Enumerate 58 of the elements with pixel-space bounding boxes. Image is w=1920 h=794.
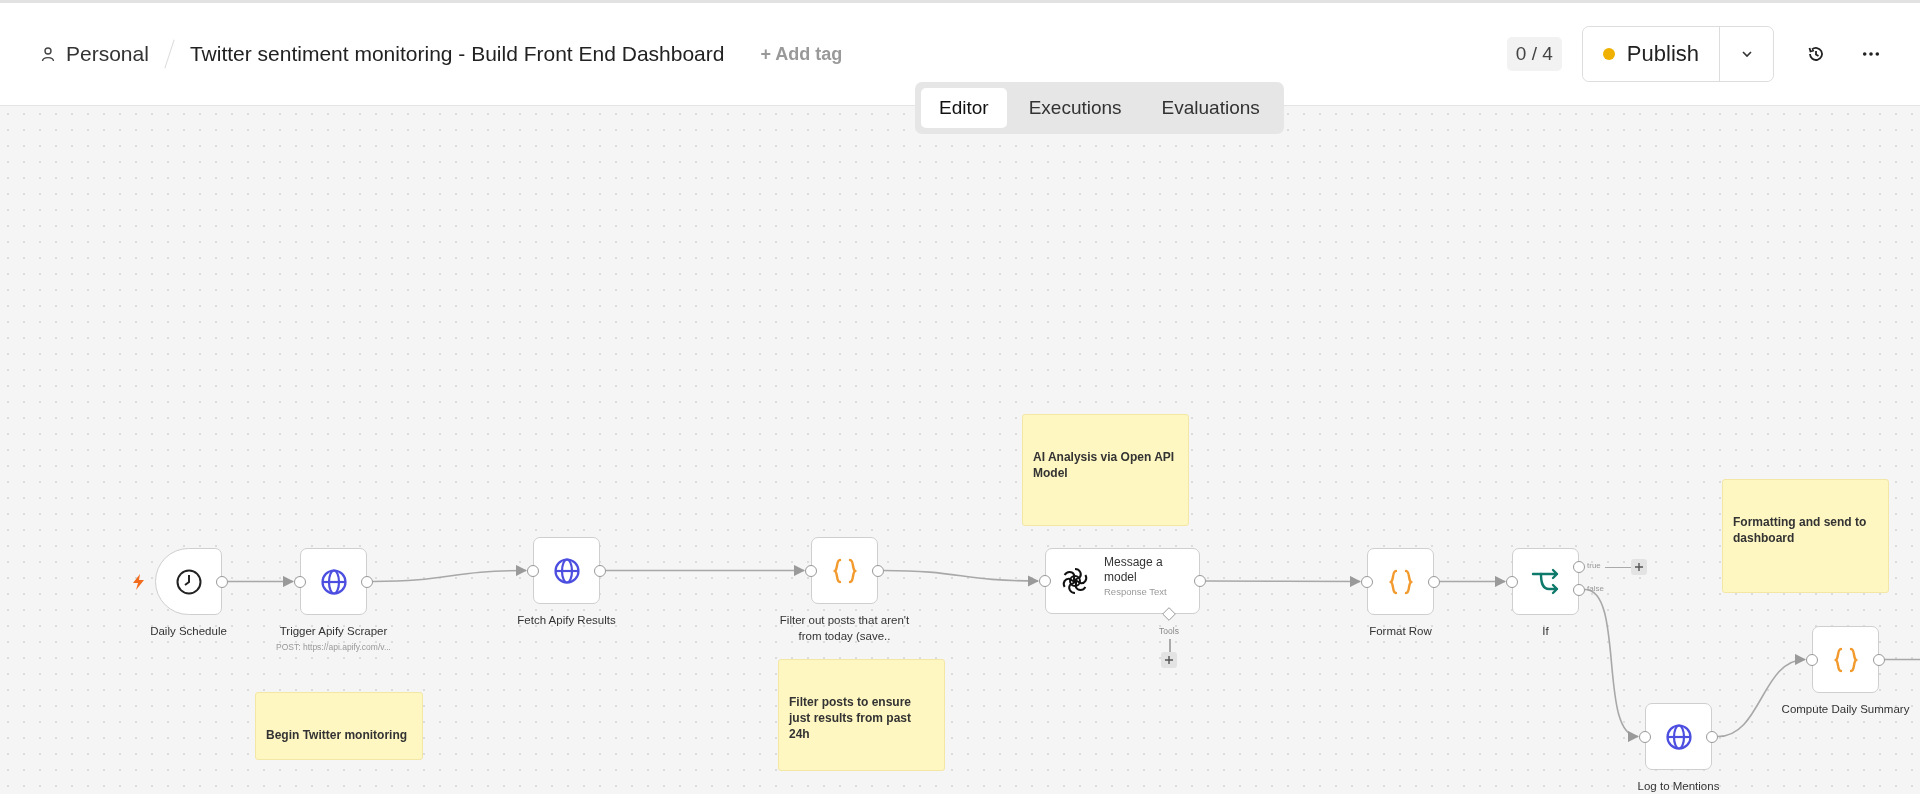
node-label: If bbox=[1541, 624, 1550, 639]
plus-icon bbox=[1635, 562, 1643, 571]
branch-arrows-icon bbox=[1530, 567, 1561, 596]
workflow-node[interactable] bbox=[1367, 548, 1434, 615]
node-title: Message a model bbox=[1104, 555, 1164, 585]
view-tab[interactable]: Editor bbox=[921, 88, 1007, 128]
workflow-node[interactable] bbox=[811, 537, 878, 604]
view-tab[interactable]: Evaluations bbox=[1143, 88, 1278, 128]
sticky-note[interactable]: Formatting and send to dashboard bbox=[1722, 479, 1889, 593]
node-label: Log to Mentions bbox=[1636, 779, 1721, 794]
globe-icon bbox=[552, 556, 581, 585]
connector-arrow bbox=[227, 575, 295, 588]
workflow-node[interactable] bbox=[1512, 548, 1579, 615]
node-label: Compute Daily Summary bbox=[1780, 702, 1911, 717]
workflow-node[interactable]: Message a model Response Text bbox=[1045, 548, 1200, 614]
input-handle[interactable] bbox=[1039, 575, 1051, 587]
sticky-note-text: Formatting and send to dashboard bbox=[1733, 514, 1868, 546]
publish-options-button[interactable] bbox=[1719, 27, 1773, 81]
clock-icon bbox=[174, 567, 203, 596]
lightning-icon bbox=[133, 573, 144, 590]
workflow-node[interactable] bbox=[1812, 626, 1879, 693]
workflow-node[interactable] bbox=[300, 548, 367, 615]
sticky-note[interactable]: Begin Twitter monitoring bbox=[255, 692, 423, 760]
node-subtitle: Response Text bbox=[1104, 586, 1168, 597]
plus-icon bbox=[1165, 656, 1173, 664]
user-icon bbox=[40, 46, 56, 62]
more-icon bbox=[1862, 51, 1880, 57]
knot-icon bbox=[1060, 566, 1090, 596]
node-subtitle: POST: https://api.apify.com/v... bbox=[276, 642, 391, 652]
globe-icon bbox=[1664, 722, 1693, 751]
node-label: Daily Schedule bbox=[149, 624, 228, 639]
add-node-button[interactable] bbox=[1631, 558, 1647, 575]
progress-badge: 0 / 4 bbox=[1506, 37, 1562, 71]
add-tool-button[interactable] bbox=[1161, 652, 1177, 668]
workflow-node[interactable] bbox=[533, 537, 600, 604]
workflow-node[interactable] bbox=[155, 548, 222, 615]
node-label: Fetch Apify Results bbox=[516, 613, 617, 628]
project-name[interactable]: Personal bbox=[66, 42, 149, 66]
sticky-note[interactable]: Filter posts to ensure just results from past 24h bbox=[778, 659, 945, 771]
workflow-node[interactable] bbox=[1645, 703, 1712, 770]
node-label: Trigger Apify Scraper bbox=[278, 624, 389, 639]
status-dot bbox=[1602, 48, 1615, 60]
history-icon bbox=[1806, 44, 1826, 64]
sticky-note-text: Begin Twitter monitoring bbox=[266, 727, 409, 743]
sticky-note[interactable]: AI Analysis via Open API Model bbox=[1022, 414, 1189, 526]
output-label: true bbox=[1587, 560, 1601, 570]
sticky-note-text: AI Analysis via Open API Model bbox=[1033, 449, 1176, 481]
connector-line bbox=[1884, 658, 1920, 661]
tools-label: Tools bbox=[1158, 626, 1180, 636]
view-tab[interactable]: Executions bbox=[1010, 88, 1140, 128]
node-label: Filter out posts that aren't from today (save.. bbox=[778, 613, 911, 644]
node-label: Format Row bbox=[1368, 624, 1433, 639]
connector-arrow bbox=[1439, 575, 1507, 588]
chevron-down-icon bbox=[1740, 48, 1753, 60]
globe-icon bbox=[319, 567, 348, 596]
tools-handle[interactable] bbox=[1162, 607, 1176, 621]
sticky-note-text: Filter posts to ensure just results from past 24h bbox=[789, 694, 913, 742]
workflow-title[interactable]: Twitter sentiment monitoring - Build Front End Dashboard bbox=[189, 42, 725, 66]
